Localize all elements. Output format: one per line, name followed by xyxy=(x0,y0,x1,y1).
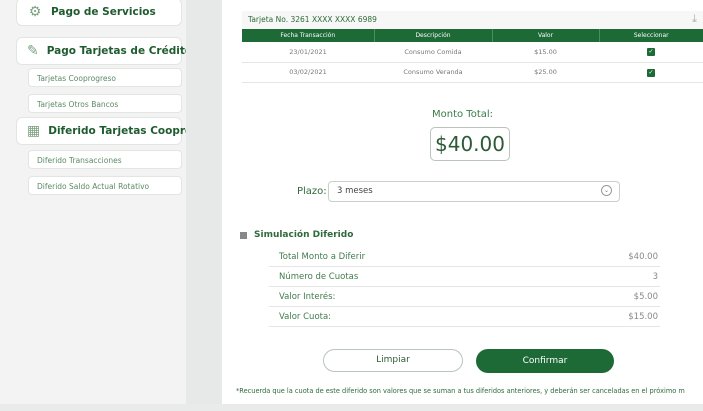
sidebar-item-pago-tarjetas[interactable]: ✎ Pago Tarjetas de Crédito xyxy=(16,37,192,65)
transaction-date: 23/01/2021 xyxy=(242,42,374,63)
confirmar-button[interactable]: Confirmar xyxy=(476,349,614,373)
column-header: Seleccionar xyxy=(599,29,703,42)
card-number: Tarjeta No. 3261 XXXX XXXX 6989 xyxy=(248,15,377,24)
transactions-table: Fecha Transacción Descripción Valor Sele… xyxy=(242,29,703,83)
services-icon: ⚙ xyxy=(28,4,42,20)
sidebar-subitem-tarjetas-otros-bancos[interactable]: Tarjetas Otros Bancos xyxy=(28,94,182,113)
table-row: 03/02/2021 Consumo Veranda $25.00 ✓ xyxy=(242,62,703,83)
disclaimer-note: *Recuerda que la cuota de este diferido … xyxy=(236,387,685,395)
sidebar-subitem-diferido-transacciones[interactable]: Diferido Transacciones xyxy=(28,150,182,169)
simulation-label: Número de Cuotas xyxy=(279,272,359,282)
sidebar-item-label: Pago de Servicios xyxy=(51,6,156,18)
sidebar-item-label: Pago Tarjetas de Crédito xyxy=(46,45,193,57)
monto-total-value: $40.00 xyxy=(430,127,510,161)
sidebar-subitem-diferido-saldo[interactable]: Diferido Saldo Actual Rotativo xyxy=(28,176,182,195)
sidebar-item-pago-servicios[interactable]: ⚙ Pago de Servicios xyxy=(16,0,182,26)
transaction-value: $15.00 xyxy=(492,42,599,63)
select-checkbox[interactable]: ✓ xyxy=(647,48,655,57)
simulation-row: Número de Cuotas 3 xyxy=(269,267,660,287)
column-header: Descripción xyxy=(374,29,493,42)
monto-total-label: Monto Total: xyxy=(431,109,494,120)
sidebar: ⚙ Pago de Servicios ✎ Pago Tarjetas de C… xyxy=(0,0,226,411)
section-marker-icon xyxy=(240,231,247,239)
transaction-description: Consumo Comida xyxy=(374,42,492,63)
simulation-row: Valor Cuota: $15.00 xyxy=(269,307,660,327)
simulation-value: $40.00 xyxy=(628,252,658,262)
sidebar-subitem-tarjetas-cooprogreso[interactable]: Tarjetas Cooprogreso xyxy=(28,68,182,87)
plazo-label: Plazo: xyxy=(297,186,327,197)
divider xyxy=(186,0,222,411)
column-header: Valor xyxy=(492,29,600,42)
download-icon[interactable]: ⤓ xyxy=(692,12,697,26)
credit-card-icon: ✎ xyxy=(27,43,39,59)
sidebar-item-diferido[interactable]: ▦ Diferido Tarjetas Cooprogreso xyxy=(16,117,226,145)
simulation-label: Total Monto a Diferir xyxy=(279,252,366,262)
simulacion-title: Simulación Diferido xyxy=(240,230,353,240)
simulation-row: Total Monto a Diferir $40.00 xyxy=(269,247,660,267)
simulation-row: Valor Interés: $5.00 xyxy=(269,287,660,307)
transaction-value: $25.00 xyxy=(492,62,599,83)
footer-bar xyxy=(0,404,703,411)
chevron-down-icon: ⌄ xyxy=(601,185,612,196)
simulation-value: $15.00 xyxy=(628,312,658,322)
table-row: 23/01/2021 Consumo Comida $15.00 ✓ xyxy=(242,42,703,63)
select-checkbox[interactable]: ✓ xyxy=(647,68,655,77)
main-content: Tarjeta No. 3261 XXXX XXXX 6989 ⤓ Fecha … xyxy=(222,0,703,411)
transaction-date: 03/02/2021 xyxy=(242,62,374,83)
simulacion-title-text: Simulación Diferido xyxy=(254,230,354,240)
transaction-description: Consumo Veranda xyxy=(374,62,492,83)
limpiar-button[interactable]: Limpiar xyxy=(323,349,463,372)
plazo-select[interactable]: 3 meses ⌄ xyxy=(328,181,620,202)
plazo-value: 3 meses xyxy=(337,186,373,196)
simulation-value: $5.00 xyxy=(633,292,658,302)
deferred-icon: ▦ xyxy=(27,123,41,139)
simulation-label: Valor Interés: xyxy=(279,292,336,302)
simulation-label: Valor Cuota: xyxy=(279,312,332,322)
simulation-value: 3 xyxy=(652,272,658,282)
card-header: Tarjeta No. 3261 XXXX XXXX 6989 ⤓ xyxy=(242,11,703,29)
column-header: Fecha Transacción xyxy=(242,29,375,42)
